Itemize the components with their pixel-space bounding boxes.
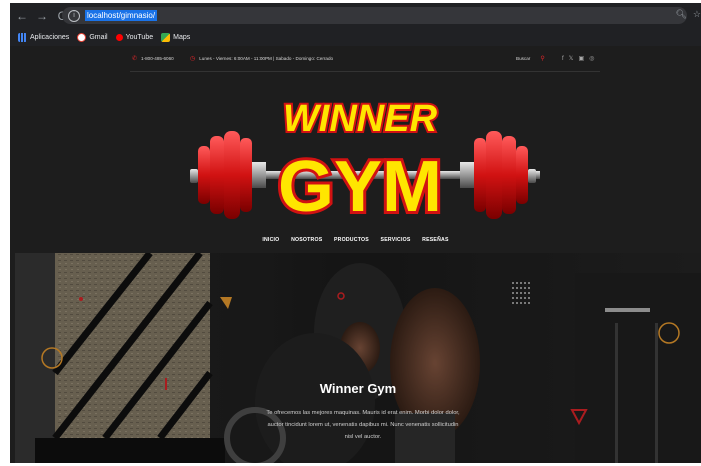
bookmark-label: Aplicaciones — [30, 33, 70, 41]
logo-graphic: WINNER GYM — [190, 96, 540, 230]
phone-text: 1-800-485-6060 — [141, 56, 174, 61]
hours-info: ◷ Lunes - Viernes: 6:00AM - 11:00PM | Sa… — [190, 55, 333, 62]
logo-word-gym: GYM — [278, 147, 442, 227]
youtube-icon — [115, 33, 123, 41]
social-links: f 𝕏 ▣ ◎ — [562, 55, 594, 63]
left-weight-plates — [190, 131, 266, 219]
hero-description-line: Te ofrecemos las mejores maquinas. Mauri… — [266, 410, 460, 416]
browser-toolbar: ← → C i localhost/gimnasio/ 🔍︎ ☆ — [10, 3, 701, 28]
site-info-icon[interactable]: i — [68, 9, 80, 22]
bookmark-label: Maps — [173, 33, 191, 41]
menu-item-nosotros[interactable]: NOSOTROS — [291, 237, 322, 243]
instagram-icon[interactable]: ◎ — [589, 55, 594, 62]
search-link[interactable]: Buscar ⚲ — [516, 55, 549, 62]
bookmarks-bar: Aplicaciones Gmail YouTube Maps — [10, 28, 701, 47]
facebook-icon[interactable]: f — [562, 56, 564, 62]
search-label[interactable]: Buscar — [516, 56, 530, 61]
apps-grid-icon — [18, 32, 27, 42]
bookmark-apps[interactable]: Aplicaciones — [18, 32, 70, 42]
clock-icon: ◷ — [190, 56, 196, 62]
menu-item-productos[interactable]: PRODUCTOS — [334, 237, 369, 243]
youtube-social-icon[interactable]: ▣ — [579, 55, 585, 62]
search-icon[interactable]: ⚲ — [540, 55, 544, 62]
hero-title: Winner Gym — [319, 381, 397, 396]
hero-banner: Winner Gym Te ofrecemos las mejores maqu… — [15, 253, 701, 463]
site-logo[interactable]: WINNER GYM — [10, 76, 701, 246]
right-weight-plates — [460, 131, 536, 219]
hero-description-line: auctor tincidunt lorem ut, venenatis dap… — [267, 422, 459, 428]
logo-word-winner: WINNER — [283, 98, 438, 140]
back-icon[interactable]: ← — [14, 9, 30, 23]
url-text[interactable]: localhost/gimnasio/ — [85, 10, 158, 21]
bookmark-star-icon[interactable]: ☆ — [693, 9, 701, 20]
topbar-divider — [130, 71, 600, 72]
phone-icon: ✆ — [132, 56, 138, 62]
forward-icon[interactable]: → — [34, 9, 50, 23]
menu-item-resenas[interactable]: RESEÑAS — [422, 237, 448, 243]
bookmark-gmail[interactable]: Gmail — [77, 32, 108, 42]
zoom-icon[interactable]: 🔍︎ — [675, 9, 686, 20]
website: ✆ 1-800-485-6060 ◷ Lunes - Viernes: 6:00… — [10, 46, 701, 463]
main-menu: INICIO NOSOTROS PRODUCTOS SERVICIOS RESE… — [10, 237, 701, 243]
address-bar[interactable]: i localhost/gimnasio/ 🔍︎ ☆ — [62, 7, 701, 24]
menu-item-inicio[interactable]: INICIO — [262, 237, 279, 243]
bookmark-youtube[interactable]: YouTube — [115, 33, 154, 41]
hero-description: Te ofrecemos las mejores maquinas. Mauri… — [253, 407, 473, 443]
menu-item-servicios[interactable]: SERVICIOS — [381, 237, 411, 243]
gmail-icon — [77, 32, 87, 42]
bookmark-label: YouTube — [125, 33, 154, 41]
bookmark-maps[interactable]: Maps — [161, 32, 191, 42]
browser-window: ← → C i localhost/gimnasio/ 🔍︎ ☆ Aplicac… — [10, 3, 701, 463]
site-topbar: ✆ 1-800-485-6060 ◷ Lunes - Viernes: 6:00… — [10, 46, 701, 70]
hero-description-line: nisl vel auctor. — [344, 434, 382, 440]
bookmark-label: Gmail — [89, 33, 108, 41]
twitter-icon[interactable]: 𝕏 — [569, 55, 574, 62]
phone-info: ✆ 1-800-485-6060 — [132, 55, 174, 62]
maps-icon — [161, 32, 171, 42]
hours-text: Lunes - Viernes: 6:00AM - 11:00PM | Saba… — [199, 56, 334, 61]
